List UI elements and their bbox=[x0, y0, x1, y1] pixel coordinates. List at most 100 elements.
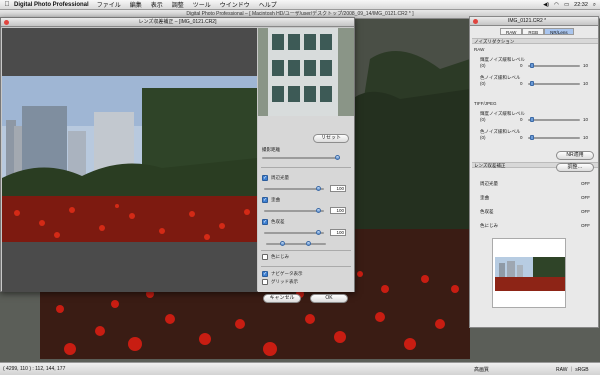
peripheral-value[interactable]: 100 bbox=[330, 185, 346, 192]
scale-min: 0 bbox=[520, 117, 523, 122]
slider-knob[interactable] bbox=[316, 186, 321, 191]
slider-knob[interactable] bbox=[335, 155, 340, 160]
tiff-chroma-slider[interactable] bbox=[528, 135, 580, 140]
peripheral-slider[interactable] bbox=[264, 186, 324, 191]
scale-min: 0 bbox=[520, 135, 523, 140]
menu-file[interactable]: ファイル bbox=[97, 0, 121, 9]
wifi-icon[interactable]: ◠ bbox=[554, 2, 559, 8]
divider bbox=[261, 266, 351, 267]
row-label: 色収差 bbox=[480, 209, 494, 214]
lens-preview[interactable] bbox=[2, 28, 257, 292]
slider-knob[interactable] bbox=[530, 81, 534, 86]
quality-status: 高画質 bbox=[474, 366, 490, 373]
scale-min: 0 bbox=[520, 63, 523, 68]
menu-adjust[interactable]: 調整 bbox=[172, 0, 184, 9]
menu-help[interactable]: ヘルプ bbox=[259, 0, 277, 9]
lens-row: 歪曲 OFF bbox=[480, 195, 590, 201]
navigator-checkbox[interactable]: ✓ bbox=[262, 271, 268, 277]
volume-icon[interactable]: ◀) bbox=[543, 2, 549, 8]
menu-bar:  Digital Photo Professional ファイル 編集 表示 … bbox=[0, 0, 600, 10]
row-value: OFF bbox=[581, 223, 590, 228]
chromatic-value[interactable]: 100 bbox=[330, 229, 346, 236]
divider bbox=[261, 167, 351, 168]
lens-row: 色収差 OFF bbox=[480, 209, 590, 215]
slider-knob[interactable] bbox=[306, 241, 311, 246]
shooting-distance-label: 撮影距離 bbox=[262, 147, 280, 152]
chromatic-checkbox[interactable]: ✓ bbox=[262, 219, 268, 225]
palette-tabs: RAW RGB NR/Lens bbox=[500, 28, 574, 35]
status-bar: ( 4299, 110 ) : 112, 144, 177 高画質 RAW ｜ … bbox=[0, 362, 600, 375]
scale-max: 10 bbox=[583, 63, 589, 68]
range-hint: (0) bbox=[480, 63, 486, 68]
tool-palette-titlebar[interactable]: IMG_0121.CR2 * bbox=[470, 17, 598, 26]
tab-nr-lens[interactable]: NR/Lens bbox=[544, 28, 574, 35]
lens-row: 周辺光量 OFF bbox=[480, 181, 590, 187]
tab-rgb[interactable]: RGB bbox=[522, 28, 545, 35]
peripheral-label: 周辺光量 bbox=[271, 175, 289, 180]
noise-reduction-header: ノイズリダクション bbox=[472, 38, 598, 44]
tab-raw[interactable]: RAW bbox=[500, 28, 523, 35]
menu-tools[interactable]: ツール bbox=[193, 0, 211, 9]
menu-app-name[interactable]: Digital Photo Professional bbox=[14, 2, 89, 8]
battery-icon[interactable]: ▭ bbox=[564, 2, 569, 8]
raw-chroma-label: 色ノイズ緩和レベル bbox=[480, 75, 521, 80]
raw-lum-slider[interactable] bbox=[528, 63, 580, 68]
color-blur-checkbox[interactable] bbox=[262, 254, 268, 260]
palette-thumbnail[interactable] bbox=[492, 238, 566, 308]
ok-button[interactable]: OK bbox=[310, 294, 348, 303]
navigator-label: ナビゲータ表示 bbox=[271, 271, 303, 276]
row-value: OFF bbox=[581, 209, 590, 214]
menu-edit[interactable]: 編集 bbox=[130, 0, 142, 9]
scale-max: 10 bbox=[583, 117, 589, 122]
distortion-value[interactable]: 100 bbox=[330, 207, 346, 214]
tiff-chroma-label: 色ノイズ緩和レベル bbox=[480, 129, 521, 134]
range-hint: (0) bbox=[480, 117, 486, 122]
navigator-thumbnail[interactable] bbox=[258, 28, 354, 116]
lens-window-titlebar[interactable]: レンズ収差補正 – [IMG_0121.CR2] bbox=[1, 18, 354, 27]
peripheral-checkbox[interactable]: ✓ bbox=[262, 175, 268, 181]
range-hint: (0) bbox=[480, 81, 486, 86]
distortion-slider[interactable] bbox=[264, 208, 324, 213]
close-button[interactable] bbox=[4, 20, 9, 25]
chromatic-label: 色収差 bbox=[271, 219, 285, 224]
tiff-label: TIFF/JPEG bbox=[474, 101, 497, 106]
tiff-lum-slider[interactable] bbox=[528, 117, 580, 122]
format-status: RAW ｜ sRGB bbox=[556, 366, 589, 373]
adjust-button[interactable]: 調整… bbox=[556, 163, 594, 172]
row-value: OFF bbox=[581, 195, 590, 200]
reset-button[interactable]: リセット bbox=[313, 134, 349, 143]
clock[interactable]: 22:32 bbox=[574, 2, 588, 8]
menu-window[interactable]: ウインドウ bbox=[220, 0, 250, 9]
row-value: OFF bbox=[581, 181, 590, 186]
apple-icon[interactable]:  bbox=[0, 1, 14, 8]
menu-view[interactable]: 表示 bbox=[151, 0, 163, 9]
slider-knob[interactable] bbox=[316, 208, 321, 213]
cancel-button[interactable]: キャンセル bbox=[263, 294, 301, 303]
range-hint: (0) bbox=[480, 135, 486, 140]
row-label: 周辺光量 bbox=[480, 181, 498, 186]
cursor-coordinates: ( 4299, 110 ) : 112, 144, 177 bbox=[3, 366, 66, 372]
slider-knob[interactable] bbox=[530, 135, 534, 140]
raw-chroma-slider[interactable] bbox=[528, 81, 580, 86]
slider-knob[interactable] bbox=[530, 117, 534, 122]
palette-title: IMG_0121.CR2 * bbox=[508, 18, 547, 24]
chromatic-slider[interactable] bbox=[264, 230, 324, 235]
slider-knob[interactable] bbox=[530, 63, 534, 68]
spotlight-icon[interactable]: ⌕ bbox=[593, 2, 596, 9]
nr-apply-button[interactable]: NR適用 bbox=[556, 151, 594, 160]
chromatic-fine-sliders[interactable] bbox=[266, 241, 326, 246]
grid-checkbox[interactable] bbox=[262, 279, 268, 285]
scale-min: 0 bbox=[520, 81, 523, 86]
shooting-distance-slider[interactable] bbox=[262, 155, 340, 160]
slider-knob[interactable] bbox=[316, 230, 321, 235]
lens-control-panel: リセット 撮影距離 ✓ 周辺光量 100 ✓ 歪曲 100 ✓ 色収差 100 … bbox=[258, 28, 354, 303]
color-blur-label: 色にじみ bbox=[271, 254, 289, 259]
tiff-lum-label: 輝度ノイズ緩和レベル bbox=[480, 111, 525, 116]
close-button[interactable] bbox=[473, 19, 478, 24]
lens-row: 色にじみ OFF bbox=[480, 223, 590, 229]
distortion-checkbox[interactable]: ✓ bbox=[262, 197, 268, 203]
divider bbox=[261, 250, 351, 251]
scale-max: 10 bbox=[583, 135, 589, 140]
lens-correction-window: レンズ収差補正 – [IMG_0121.CR2] リセット 撮影距離 ✓ 周辺光… bbox=[0, 17, 355, 303]
slider-knob[interactable] bbox=[280, 241, 285, 246]
